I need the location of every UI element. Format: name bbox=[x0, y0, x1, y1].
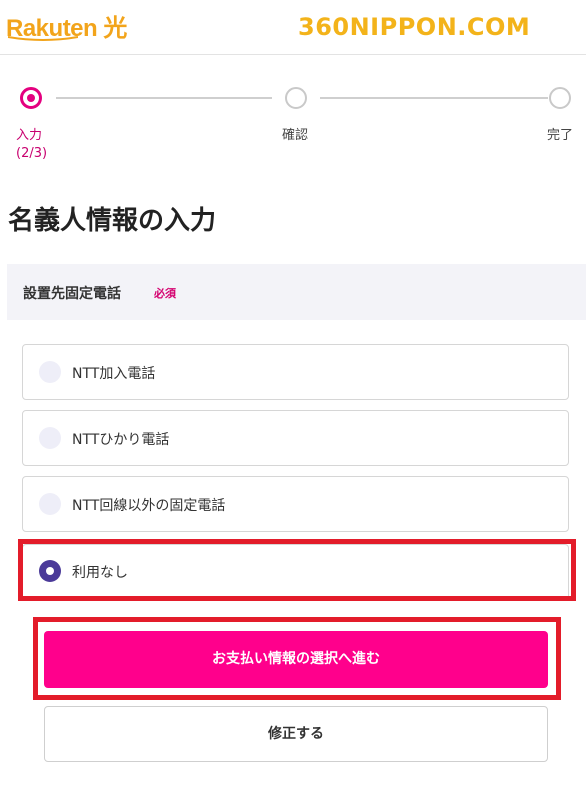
radio-unchecked-icon[interactable] bbox=[39, 493, 61, 515]
option-label: NTT加入電話 bbox=[72, 366, 156, 382]
required-badge: 必須 bbox=[154, 287, 176, 300]
step-3-indicator-icon bbox=[549, 87, 571, 109]
option-non-ntt-landline[interactable]: NTT回線以外の固定電話 bbox=[22, 476, 569, 532]
highlight-box-selected-option bbox=[18, 539, 576, 601]
edit-button[interactable]: 修正する bbox=[44, 706, 548, 762]
radio-unchecked-icon[interactable] bbox=[39, 361, 61, 383]
option-ntt-subscriber-phone[interactable]: NTT加入電話 bbox=[22, 344, 569, 400]
section-header: 設置先固定電話 必須 bbox=[7, 264, 586, 320]
step-1-progress: (2/3) bbox=[16, 146, 48, 161]
proceed-to-payment-button[interactable]: お支払い情報の選択へ進む bbox=[44, 631, 548, 688]
step-connector bbox=[320, 97, 548, 99]
step-1-title: 入力 bbox=[16, 128, 43, 143]
radio-unchecked-icon[interactable] bbox=[39, 427, 61, 449]
rakuten-hikari-logo[interactable]: Rakuten 光 bbox=[6, 8, 127, 43]
option-label: NTTひかり電話 bbox=[72, 432, 170, 448]
step-2-indicator-icon bbox=[285, 87, 307, 109]
app-header: Rakuten 光 360NIPPON.COM bbox=[0, 0, 586, 55]
step-2-label: 確認 bbox=[282, 128, 309, 143]
step-1-label: 入力 (2/3) bbox=[16, 127, 47, 163]
step-connector bbox=[56, 97, 272, 99]
logo-swoosh-icon bbox=[8, 36, 78, 41]
page-title: 名義人情報の入力 bbox=[8, 206, 217, 236]
section-label: 設置先固定電話 bbox=[23, 286, 121, 302]
step-1-indicator-icon bbox=[20, 87, 42, 109]
step-3-label: 完了 bbox=[547, 128, 574, 143]
watermark: 360NIPPON.COM bbox=[298, 13, 531, 41]
option-label: NTT回線以外の固定電話 bbox=[72, 498, 226, 514]
option-ntt-hikari-phone[interactable]: NTTひかり電話 bbox=[22, 410, 569, 466]
